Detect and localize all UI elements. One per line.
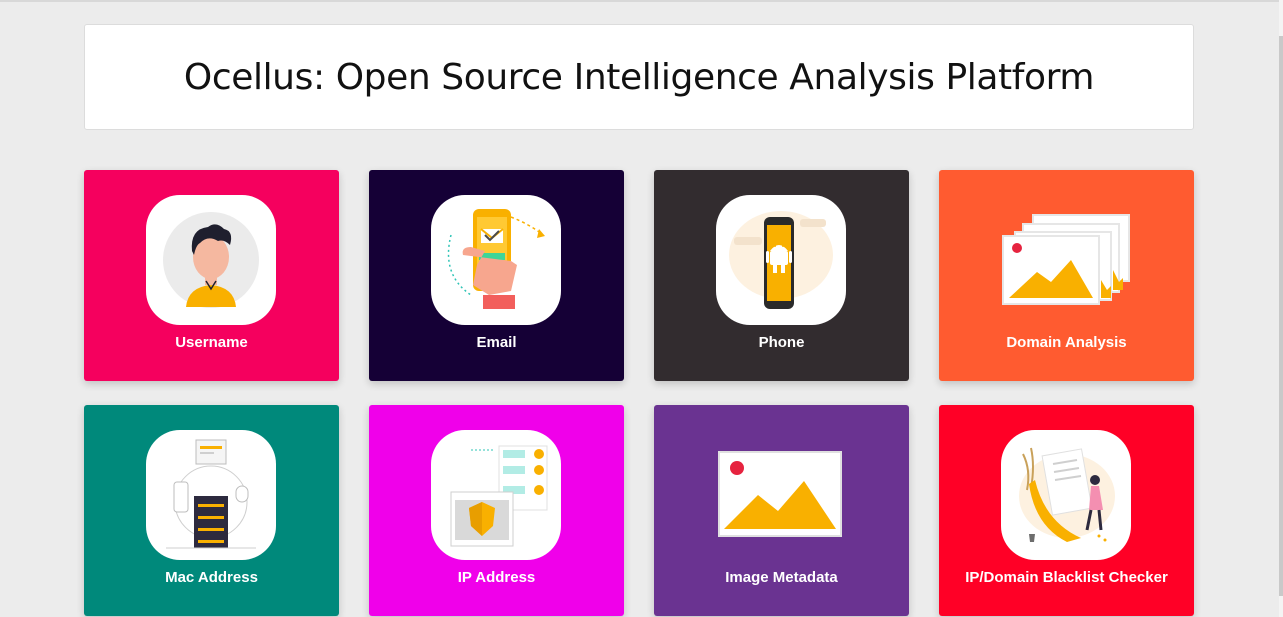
top-border <box>0 0 1283 2</box>
blacklist-checker-card[interactable]: IP/Domain Blacklist Checker <box>939 405 1194 616</box>
card-label: Phone <box>758 334 805 351</box>
scrollbar-thumb[interactable] <box>1279 36 1283 596</box>
image-metadata-card[interactable]: Image Metadata <box>654 405 909 616</box>
card-label: Email <box>476 334 517 351</box>
image-icon <box>718 451 842 537</box>
card-label: Mac Address <box>165 569 258 586</box>
android-phone-icon <box>716 195 846 325</box>
card-label: Username <box>175 334 248 351</box>
page-scrollbar[interactable] <box>1279 0 1283 617</box>
tool-grid: Username Email Phone Domain Analysis Mac… <box>84 170 1194 616</box>
shield-server-icon <box>431 430 561 560</box>
card-label: IP Address <box>457 569 536 586</box>
email-phone-icon <box>431 195 561 325</box>
page-title: Ocellus: Open Source Intelligence Analys… <box>183 56 1095 98</box>
email-card[interactable]: Email <box>369 170 624 381</box>
ip-address-card[interactable]: IP Address <box>369 405 624 616</box>
image-gallery-icon <box>997 210 1133 310</box>
phone-card[interactable]: Phone <box>654 170 909 381</box>
card-label: Image Metadata <box>725 569 838 586</box>
username-card[interactable]: Username <box>84 170 339 381</box>
user-avatar-icon <box>146 195 276 325</box>
network-server-icon <box>146 430 276 560</box>
header: Ocellus: Open Source Intelligence Analys… <box>84 24 1194 130</box>
mac-address-card[interactable]: Mac Address <box>84 405 339 616</box>
card-label: Domain Analysis <box>1006 334 1127 351</box>
blacklist-document-icon <box>1001 430 1131 560</box>
card-label: IP/Domain Blacklist Checker <box>965 569 1168 586</box>
domain-analysis-card[interactable]: Domain Analysis <box>939 170 1194 381</box>
